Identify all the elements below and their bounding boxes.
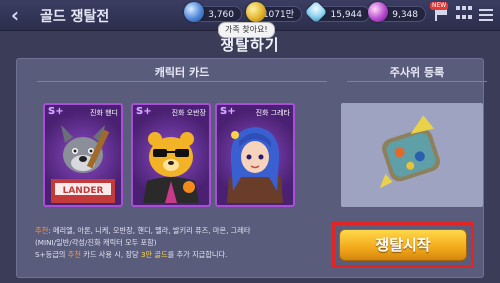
girl-character-icon (227, 127, 283, 203)
gold-coin-icon (246, 2, 266, 22)
grid-menu-icon[interactable] (456, 6, 472, 22)
bonus-amount: 3만 골드 (140, 250, 168, 259)
card-name: 진화 오반장 (171, 109, 206, 117)
new-badge: NEW (430, 2, 449, 10)
card-name: 진화 그레타 (255, 109, 290, 117)
ruby-value: 9,348 (392, 10, 418, 20)
dice-register-header: 주사위 등록 (347, 65, 487, 82)
ruby-icon (368, 2, 388, 22)
character-card-handy[interactable]: S+ 진화 핸디 LANDER (43, 103, 123, 207)
hamburger-menu-icon[interactable] (478, 6, 494, 22)
recommend-note: (MINI/일반/각성/진화 캐릭터 모두 포함) (35, 238, 157, 247)
start-button-highlight: 쟁탈시작 (332, 222, 474, 268)
dog-character-icon: LANDER (51, 125, 115, 203)
back-arrow-icon[interactable]: ‹ (6, 3, 24, 27)
dice-register-slot[interactable] (341, 103, 483, 207)
bear-character-icon (143, 132, 199, 203)
card-rank: S+ (136, 106, 152, 117)
recommend-label: 추천 (35, 226, 49, 235)
character-card-obanjang[interactable]: S+ 진화 오반장 (131, 103, 211, 207)
diamond-value: 15,944 (330, 10, 363, 20)
character-card-greta[interactable]: S+ 진화 그레타 (215, 103, 295, 207)
jersey-text: LANDER (63, 186, 104, 196)
card-rank: S+ (220, 106, 236, 117)
card-rank: S+ (48, 106, 64, 117)
dice-icon (379, 115, 440, 189)
recommend-text: : 메리엘, 아론, 니케, 오반장, 핸디, 멜라, 발키리 퓨즈, 마온, … (48, 226, 251, 235)
bonus-suffix: 를 추가 지급합니다. (167, 250, 228, 259)
card-name: 진화 핸디 (90, 109, 118, 117)
gold-value: 1071만 (262, 10, 294, 20)
bonus-recommend: 추천 (67, 250, 81, 259)
character-card-header: 캐릭터 카드 (37, 65, 327, 82)
bonus-prefix: S+등급의 (35, 250, 68, 259)
start-battle-button[interactable]: 쟁탈시작 (339, 229, 467, 261)
sapphire-icon (184, 2, 204, 22)
panel-title: 쟁탈하기 (220, 36, 280, 54)
sapphire-value: 3,760 (208, 10, 234, 20)
recommend-info: 추천: 메리엘, 아론, 니케, 오반장, 핸디, 멜라, 발키리 퓨즈, 마온… (35, 225, 335, 261)
bonus-mid: 카드 사용 시, 장당 (80, 250, 141, 259)
screen-title: 골드 쟁탈전 (40, 9, 110, 25)
